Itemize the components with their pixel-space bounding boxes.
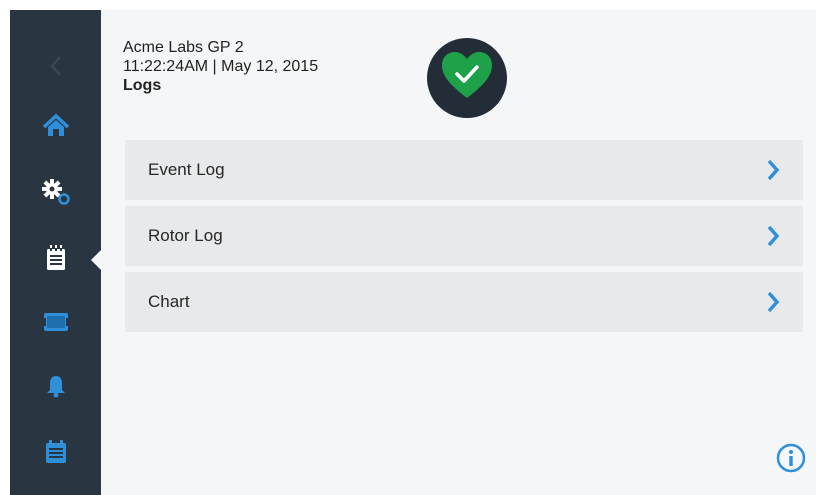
- menu-item-label: Event Log: [148, 160, 225, 179]
- heart-check-icon: [440, 51, 494, 106]
- chevron-right-icon: [765, 158, 781, 182]
- info-button[interactable]: [776, 443, 806, 473]
- bell-icon: [45, 374, 67, 398]
- sidebar-item-display[interactable]: [10, 302, 101, 342]
- active-nav-indicator: [91, 250, 101, 270]
- page-title: Logs: [123, 77, 162, 94]
- device-name: Acme Labs GP 2: [123, 39, 244, 56]
- calendar-icon: [44, 439, 68, 465]
- sidebar-item-calendar[interactable]: [10, 432, 101, 472]
- chevron-right-icon: [765, 224, 781, 248]
- sidebar-item-logs[interactable]: [10, 238, 101, 278]
- sidebar-item-home[interactable]: [10, 106, 101, 146]
- menu-item-label: Rotor Log: [148, 226, 223, 245]
- info-icon: [776, 443, 806, 477]
- logs-menu: Event Log Rotor Log Chart: [125, 140, 803, 338]
- notepad-icon: [45, 245, 67, 271]
- status-indicator[interactable]: [427, 38, 507, 118]
- sidebar-item-settings[interactable]: [10, 172, 101, 212]
- home-icon: [42, 114, 70, 138]
- sidebar-item-back[interactable]: [10, 46, 101, 86]
- chevron-left-icon: [47, 54, 65, 78]
- device-screen: Acme Labs GP 2 11:22:24AM | May 12, 2015…: [10, 10, 816, 495]
- sidebar-item-alarms[interactable]: [10, 366, 101, 406]
- sidebar-nav: [10, 10, 101, 495]
- menu-item-rotor-log[interactable]: Rotor Log: [125, 206, 803, 266]
- datetime: 11:22:24AM | May 12, 2015: [123, 58, 319, 75]
- menu-item-chart[interactable]: Chart: [125, 272, 803, 332]
- header: Acme Labs GP 2 11:22:24AM | May 12, 2015…: [123, 38, 318, 95]
- gears-icon: [41, 178, 71, 206]
- chevron-right-icon: [765, 290, 781, 314]
- menu-item-event-log[interactable]: Event Log: [125, 140, 803, 200]
- screen-icon: [43, 312, 69, 332]
- main-content: Acme Labs GP 2 11:22:24AM | May 12, 2015…: [101, 10, 816, 495]
- menu-item-label: Chart: [148, 292, 190, 311]
